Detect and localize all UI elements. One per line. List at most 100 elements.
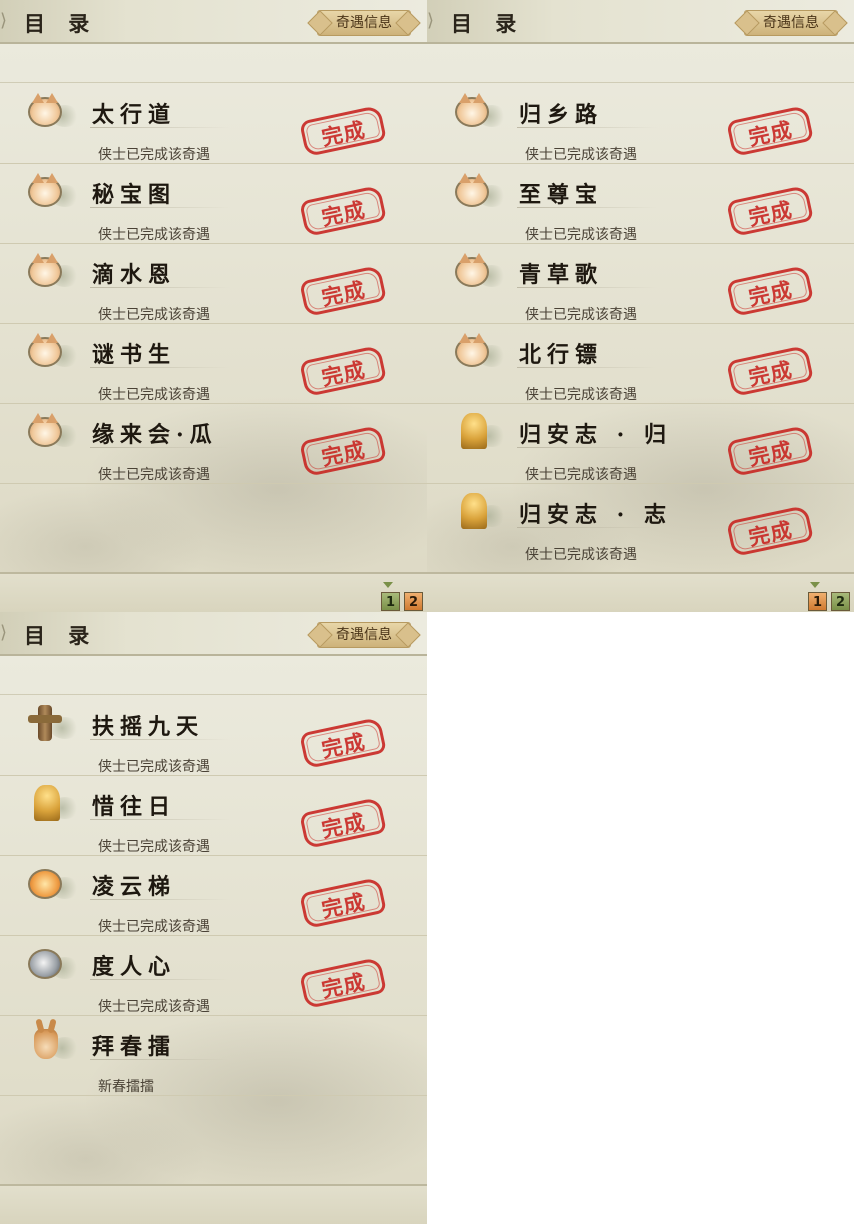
adventure-row[interactable]: 秘宝图 侠士已完成该奇遇 完成 bbox=[0, 163, 427, 244]
completed-stamp: 完成 bbox=[726, 104, 814, 158]
adventure-row[interactable]: 缘来会·瓜 侠士已完成该奇遇 完成 bbox=[0, 403, 427, 484]
adventure-row[interactable]: 归安志 · 志 侠士已完成该奇遇 完成 bbox=[427, 483, 854, 563]
completed-stamp: 完成 bbox=[299, 876, 387, 930]
adventure-name: 拜春擂 bbox=[92, 1034, 177, 1060]
adventure-status: 侠士已完成该奇遇 bbox=[98, 467, 210, 483]
completed-stamp: 完成 bbox=[726, 184, 814, 238]
adventure-status: 侠士已完成该奇遇 bbox=[98, 227, 210, 243]
adventure-name: 凌云梯 bbox=[92, 874, 177, 900]
adventure-status: 侠士已完成该奇遇 bbox=[98, 307, 210, 323]
adventure-row[interactable]: 青草歌 侠士已完成该奇遇 完成 bbox=[427, 243, 854, 324]
ornament-icon: ⟩ bbox=[427, 10, 435, 31]
adventure-row[interactable]: 滴水恩 侠士已完成该奇遇 完成 bbox=[0, 243, 427, 324]
completed-stamp: 完成 bbox=[726, 504, 814, 558]
buddha-icon bbox=[26, 785, 80, 821]
current-page-caret-icon bbox=[810, 582, 820, 588]
adventure-name: 度人心 bbox=[92, 954, 177, 980]
pager: 12 bbox=[377, 582, 423, 611]
completed-stamp: 完成 bbox=[299, 104, 387, 158]
adventure-name: 归安志 · 归 bbox=[519, 422, 672, 448]
panel-footer: 12 bbox=[427, 572, 854, 612]
completed-stamp: 完成 bbox=[299, 716, 387, 770]
adventure-name: 太行道 bbox=[92, 102, 177, 128]
adventure-info-button[interactable]: 奇遇信息 bbox=[744, 10, 838, 36]
page-button-1[interactable]: 1 bbox=[381, 592, 400, 611]
cat-icon bbox=[453, 93, 507, 129]
adventure-row[interactable]: 惜往日 侠士已完成该奇遇 完成 bbox=[0, 775, 427, 856]
cat-icon bbox=[26, 173, 80, 209]
adventure-status: 侠士已完成该奇遇 bbox=[98, 919, 210, 935]
cat-icon bbox=[453, 253, 507, 289]
cat-icon bbox=[26, 253, 80, 289]
adventure-status: 侠士已完成该奇遇 bbox=[525, 147, 637, 163]
adventure-row[interactable]: 扶摇九天 侠士已完成该奇遇 完成 bbox=[0, 695, 427, 776]
adventure-status: 侠士已完成该奇遇 bbox=[98, 999, 210, 1015]
panel-header: ⟩ 目 录 奇遇信息 bbox=[427, 0, 854, 44]
adventure-name: 缘来会·瓜 bbox=[92, 422, 218, 448]
cat-icon bbox=[453, 173, 507, 209]
adventure-name: 谜书生 bbox=[92, 342, 177, 368]
adventure-name: 秘宝图 bbox=[92, 182, 177, 208]
adventure-name: 归乡路 bbox=[519, 102, 604, 128]
completed-stamp: 完成 bbox=[299, 956, 387, 1010]
fire-icon bbox=[26, 867, 80, 901]
adventure-panel-2: ⟩ 目 录 奇遇信息 归乡路 侠士已完成该奇遇 完成 至尊宝 侠士已完成该奇遇 … bbox=[427, 0, 854, 612]
adventure-status: 侠士已完成该奇遇 bbox=[525, 547, 637, 563]
page-button-1[interactable]: 1 bbox=[808, 592, 827, 611]
adventure-status: 新春擂擂 bbox=[98, 1079, 154, 1095]
adventure-name: 滴水恩 bbox=[92, 262, 177, 288]
panel-header: ⟩ 目 录 奇遇信息 bbox=[0, 0, 427, 44]
adventure-info-button[interactable]: 奇遇信息 bbox=[317, 622, 411, 648]
cat-icon bbox=[26, 93, 80, 129]
adventure-name: 惜往日 bbox=[92, 794, 177, 820]
staff-icon bbox=[26, 705, 80, 741]
page-button-2[interactable]: 2 bbox=[404, 592, 423, 611]
adventure-panel-3: ⟩ 目 录 奇遇信息 扶摇九天 侠士已完成该奇遇 完成 惜往日 侠士已完成该奇遇… bbox=[0, 612, 427, 1224]
adventure-status: 侠士已完成该奇遇 bbox=[98, 147, 210, 163]
adventure-row[interactable]: 度人心 侠士已完成该奇遇 完成 bbox=[0, 935, 427, 1016]
ornament-icon: ⟩ bbox=[0, 10, 8, 31]
adventure-status: 侠士已完成该奇遇 bbox=[525, 307, 637, 323]
deer-icon bbox=[26, 1027, 80, 1061]
completed-stamp: 完成 bbox=[726, 344, 814, 398]
adventure-row[interactable]: 至尊宝 侠士已完成该奇遇 完成 bbox=[427, 163, 854, 244]
current-page-caret-icon bbox=[383, 582, 393, 588]
catalog-title: 目 录 bbox=[451, 11, 525, 36]
catalog-title: 目 录 bbox=[24, 11, 98, 36]
adventure-row[interactable]: 归安志 · 归 侠士已完成该奇遇 完成 bbox=[427, 403, 854, 484]
adventure-status: 侠士已完成该奇遇 bbox=[525, 387, 637, 403]
ornament-icon: ⟩ bbox=[0, 622, 8, 643]
adventure-name: 扶摇九天 bbox=[92, 714, 205, 740]
buddha-icon bbox=[453, 493, 507, 529]
cat-icon bbox=[26, 333, 80, 369]
adventure-row[interactable]: 拜春擂 新春擂擂 bbox=[0, 1015, 427, 1096]
completed-stamp: 完成 bbox=[299, 796, 387, 850]
adventure-row[interactable]: 北行镖 侠士已完成该奇遇 完成 bbox=[427, 323, 854, 404]
adventure-row[interactable]: 谜书生 侠士已完成该奇遇 完成 bbox=[0, 323, 427, 404]
adventure-name: 青草歌 bbox=[519, 262, 604, 288]
adventure-row[interactable]: 太行道 侠士已完成该奇遇 完成 bbox=[0, 83, 427, 164]
adventure-row[interactable]: 归乡路 侠士已完成该奇遇 完成 bbox=[427, 83, 854, 164]
panel-footer bbox=[0, 1184, 427, 1224]
mask-icon bbox=[26, 947, 80, 981]
completed-stamp: 完成 bbox=[299, 184, 387, 238]
pager: 12 bbox=[804, 582, 850, 611]
adventure-status: 侠士已完成该奇遇 bbox=[98, 759, 210, 775]
panel-header: ⟩ 目 录 奇遇信息 bbox=[0, 612, 427, 656]
panel-footer: 12 bbox=[0, 572, 427, 612]
cat-icon bbox=[26, 413, 80, 449]
completed-stamp: 完成 bbox=[726, 424, 814, 478]
adventure-name: 归安志 · 志 bbox=[519, 502, 672, 528]
completed-stamp: 完成 bbox=[299, 344, 387, 398]
adventure-status: 侠士已完成该奇遇 bbox=[98, 387, 210, 403]
adventure-info-button[interactable]: 奇遇信息 bbox=[317, 10, 411, 36]
adventure-panel-1: ⟩ 目 录 奇遇信息 太行道 侠士已完成该奇遇 完成 秘宝图 侠士已完成该奇遇 … bbox=[0, 0, 427, 612]
completed-stamp: 完成 bbox=[299, 264, 387, 318]
buddha-icon bbox=[453, 413, 507, 449]
adventure-status: 侠士已完成该奇遇 bbox=[525, 227, 637, 243]
cat-icon bbox=[453, 333, 507, 369]
catalog-title: 目 录 bbox=[24, 623, 98, 648]
adventure-row[interactable]: 凌云梯 侠士已完成该奇遇 完成 bbox=[0, 855, 427, 936]
page-button-2[interactable]: 2 bbox=[831, 592, 850, 611]
completed-stamp: 完成 bbox=[299, 424, 387, 478]
